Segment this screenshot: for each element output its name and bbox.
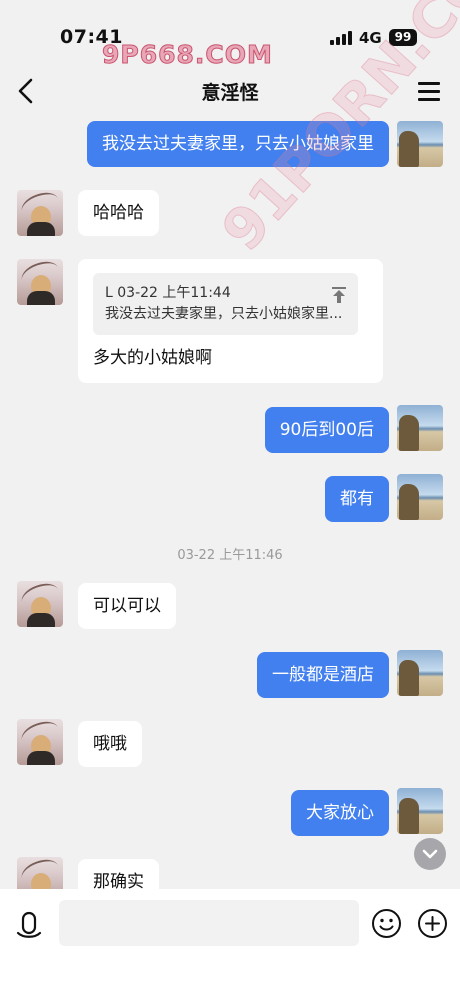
quote-meta: L 03-22 上午11:44	[105, 285, 231, 301]
back-icon[interactable]	[14, 76, 40, 106]
quoted-message[interactable]: L 03-22 上午11:44 我没去过夫妻家里，只去小姑娘家里...	[93, 273, 358, 335]
input-bar	[0, 889, 460, 1000]
message-bubble-outgoing[interactable]: 一般都是酒店	[257, 652, 389, 698]
avatar-self[interactable]	[397, 788, 443, 834]
timestamp-divider: 03-22 上午11:46	[177, 548, 283, 563]
avatar-self[interactable]	[397, 474, 443, 520]
scroll-to-bottom-button[interactable]	[414, 838, 446, 870]
message-bubble-incoming[interactable]: 哈哈哈	[78, 190, 159, 236]
plus-icon[interactable]	[417, 908, 448, 939]
message-bubble-outgoing[interactable]: 都有	[325, 476, 389, 522]
quote-text: 我没去过夫妻家里，只去小姑娘家里...	[105, 306, 343, 322]
chevron-down-icon	[422, 849, 438, 859]
avatar-self[interactable]	[397, 121, 443, 167]
message-bubble-outgoing[interactable]: 90后到00后	[264, 407, 389, 453]
message-bubble-incoming[interactable]: 哦哦	[78, 721, 142, 767]
avatar-peer[interactable]	[17, 581, 63, 627]
pin-icon	[332, 285, 346, 303]
avatar-peer[interactable]	[17, 719, 63, 765]
avatar-peer[interactable]	[17, 259, 63, 305]
avatar-peer[interactable]	[17, 190, 63, 236]
message-bubble-incoming-quoted[interactable]: L 03-22 上午11:44 我没去过夫妻家里，只去小姑娘家里... 多大的小…	[78, 259, 383, 383]
emoji-icon[interactable]	[371, 908, 402, 939]
message-input[interactable]	[59, 900, 359, 946]
message-text: 多大的小姑娘啊	[93, 348, 212, 368]
message-bubble-outgoing[interactable]: 大家放心	[291, 790, 389, 836]
signal-icon	[330, 30, 352, 45]
avatar-self[interactable]	[397, 405, 443, 451]
menu-icon[interactable]	[418, 80, 442, 102]
voice-icon[interactable]	[15, 911, 43, 941]
avatar-self[interactable]	[397, 650, 443, 696]
watermark-top: 9P668.COM	[102, 40, 273, 70]
message-bubble-incoming[interactable]: 可以可以	[78, 583, 176, 629]
